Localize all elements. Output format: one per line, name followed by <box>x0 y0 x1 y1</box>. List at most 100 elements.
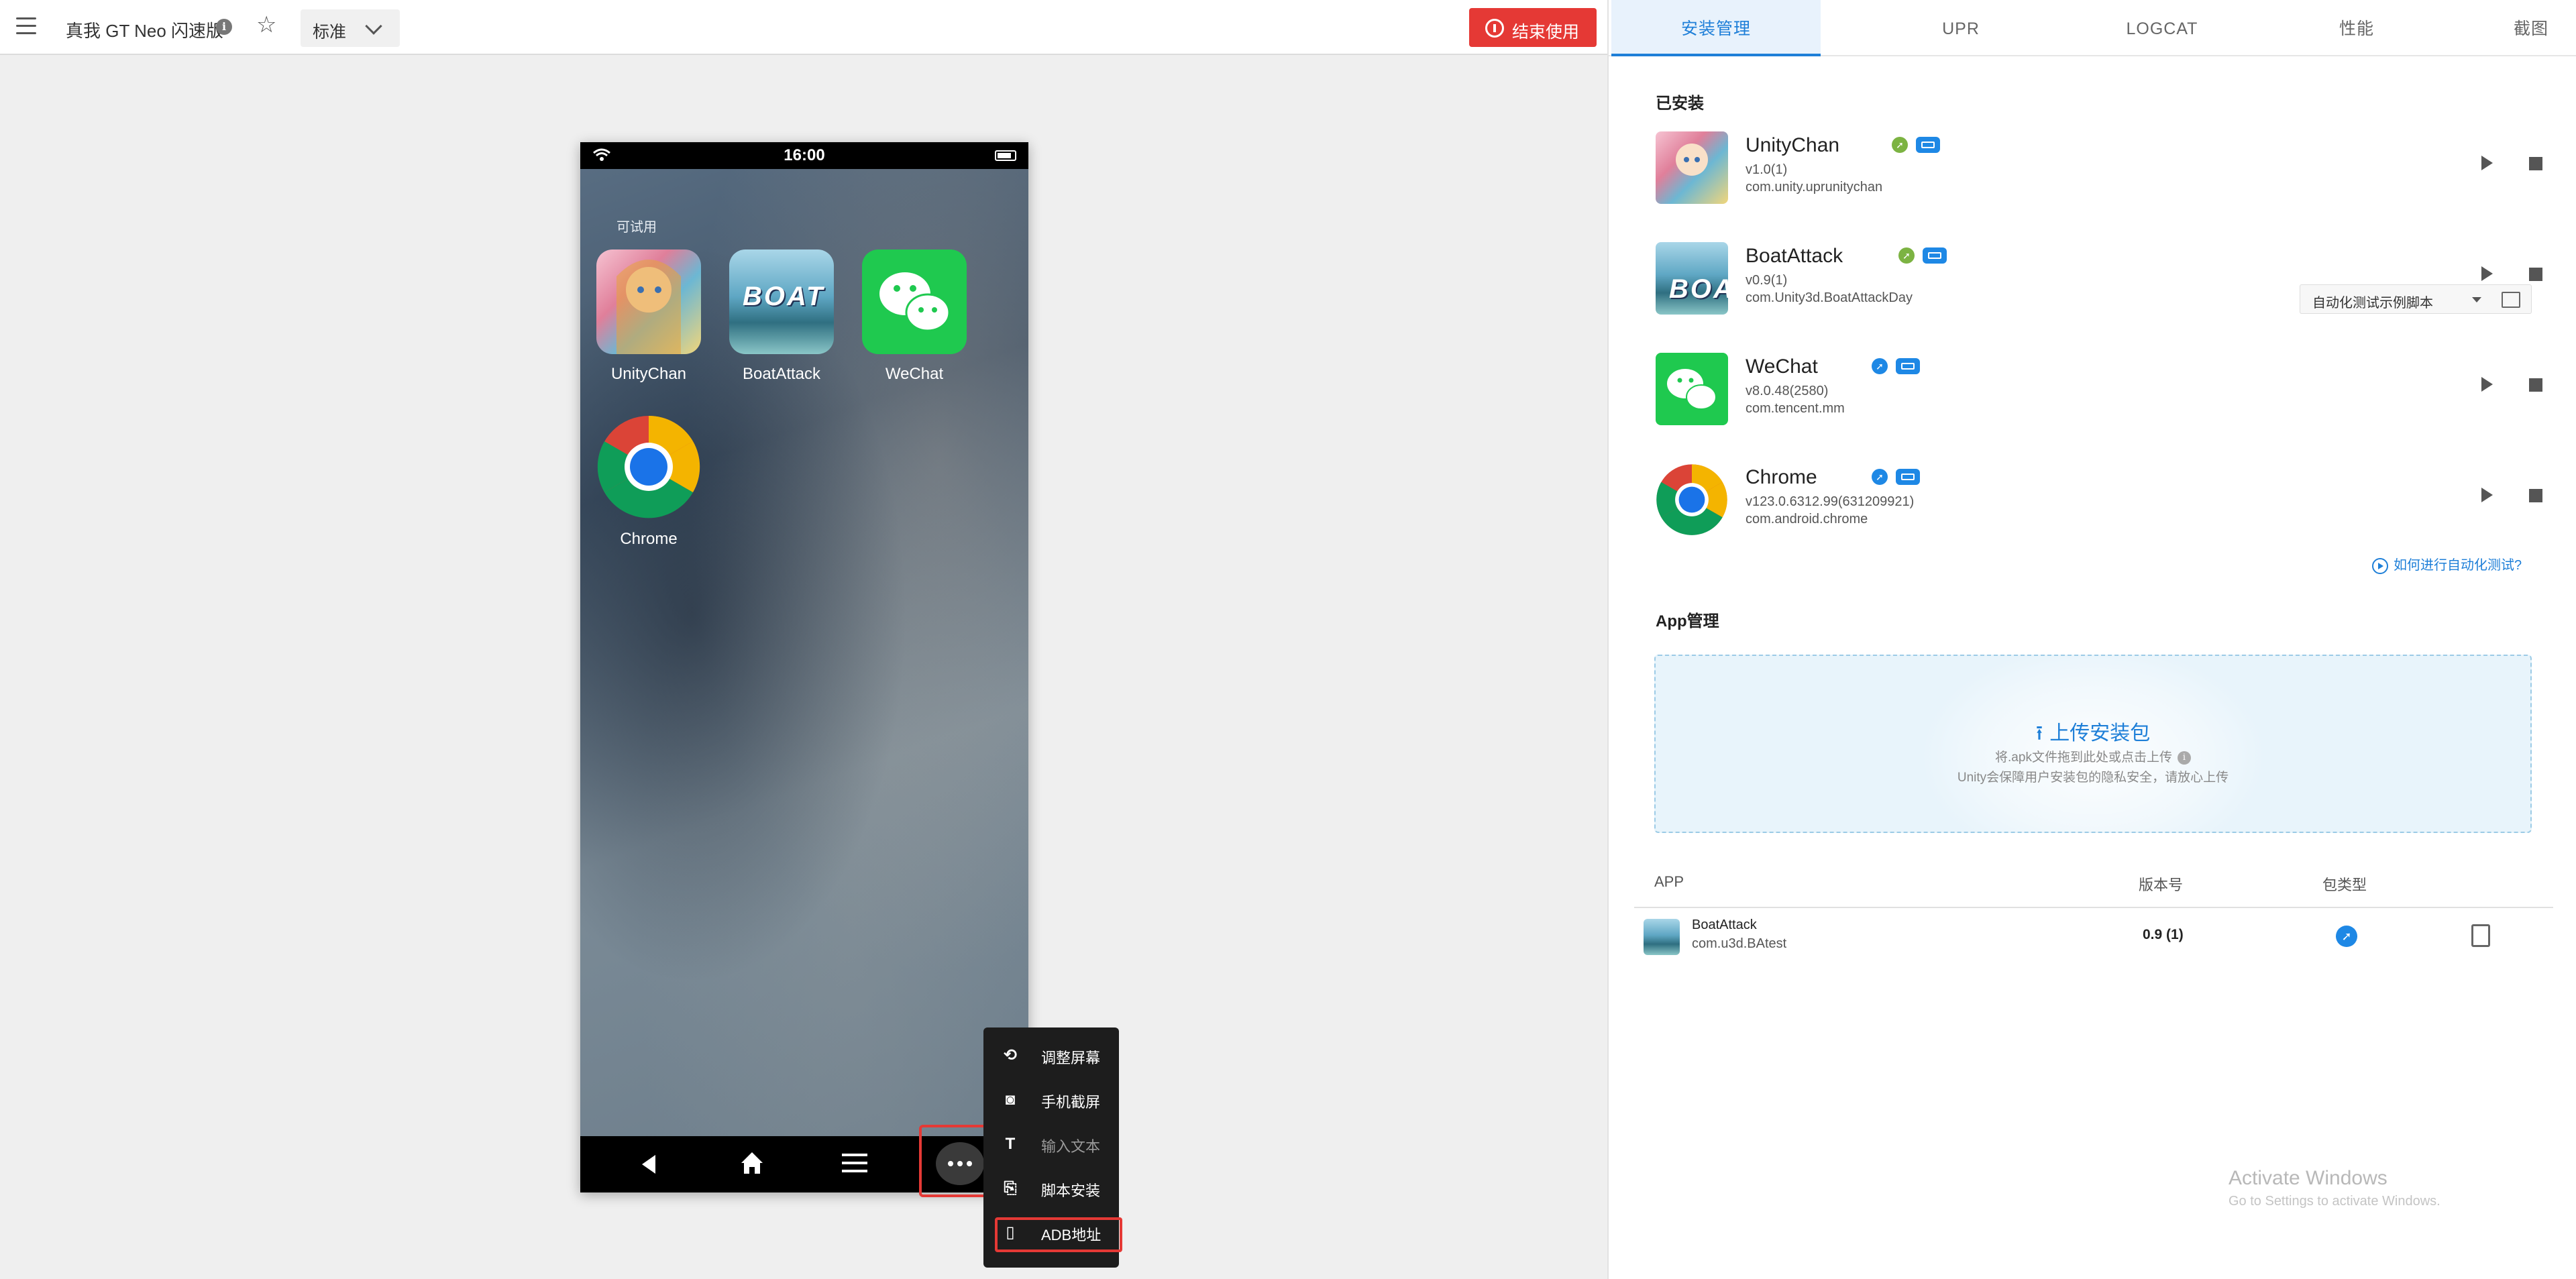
upload-dropzone[interactable]: ⭱ 上传安装包 将.apk文件拖到此处或点击上传 i Unity会保障用户安装包的隐… <box>1654 655 2532 833</box>
keyboard-icon <box>1923 247 1947 264</box>
column-header-app: APP <box>1654 873 1684 890</box>
upload-privacy-note: Unity会保障用户安装包的隐私安全，请放心上传 <box>1957 771 2229 785</box>
installed-app-row: WeChat ➚ v8.0.48(2580) com.tencent.mm <box>1656 353 2548 433</box>
recent-apps-icon[interactable] <box>842 1154 867 1174</box>
right-panel: 安装管理 UPR LOGCAT 性能 截图 已安装 UnityChan ➚ v1… <box>1607 0 2576 1279</box>
boatattack-app-icon <box>1644 919 1680 955</box>
available-apps-label: 可试用 <box>616 220 657 235</box>
caret-down-icon <box>2472 297 2481 302</box>
upload-title-text: 上传安装包 <box>2049 722 2151 744</box>
automation-howto-label: 如何进行自动化测试? <box>2394 558 2522 573</box>
phone-app-wechat[interactable]: WeChat <box>861 249 968 384</box>
play-icon[interactable] <box>2481 266 2493 281</box>
info-icon[interactable]: i <box>2177 750 2191 765</box>
wechat-app-icon <box>1656 353 1728 425</box>
keyboard-icon <box>1896 358 1920 374</box>
mode-select[interactable]: 标准 <box>301 9 400 47</box>
play-icon[interactable] <box>2481 488 2493 502</box>
text-icon: T <box>1005 1135 1016 1153</box>
installed-app-version: v0.9(1) <box>1746 273 1788 288</box>
more-dot <box>967 1161 972 1166</box>
table-app-name: BoatAttack <box>1692 917 1757 932</box>
phone-clock: 16:00 <box>784 146 825 164</box>
tab-upr[interactable]: UPR <box>1911 0 2011 56</box>
unitychan-app-icon <box>1656 131 1728 204</box>
stop-icon[interactable] <box>2529 378 2542 392</box>
rocket-icon: ➚ <box>1898 247 1915 264</box>
power-icon <box>1485 19 1504 38</box>
phone-screen[interactable]: 16:00 可试用 UnityChan BoatAttack WeChat <box>580 142 1028 1192</box>
installed-app-row: Chrome ➚ v123.0.6312.99(631209921) com.a… <box>1656 463 2548 544</box>
battery-icon <box>995 150 1016 161</box>
menu-item-label: 脚本安装 <box>1041 1182 1101 1199</box>
installed-app-package: com.Unity3d.BoatAttackDay <box>1746 290 1913 305</box>
install-to-device-icon[interactable] <box>2471 924 2490 947</box>
stop-icon[interactable] <box>2529 157 2542 170</box>
star-icon[interactable]: ☆ <box>256 13 276 36</box>
table-divider <box>1634 907 2553 908</box>
boatattack-app-icon <box>729 249 834 354</box>
automation-howto-link[interactable]: 如何进行自动化测试? <box>2372 554 2522 574</box>
menu-item-label: 手机截屏 <box>1041 1094 1101 1111</box>
installed-app-package: com.tencent.mm <box>1746 401 1845 416</box>
play-icon[interactable] <box>2481 156 2493 170</box>
script-select[interactable]: 自动化测试示例脚本 <box>2300 284 2532 314</box>
camera-icon: ◙ <box>1005 1091 1016 1109</box>
installed-app-name: Chrome <box>1746 466 1817 488</box>
home-icon[interactable] <box>739 1150 765 1176</box>
rocket-icon: ➚ <box>1892 137 1908 153</box>
installed-app-name: UnityChan <box>1746 134 1840 156</box>
unitychan-app-icon <box>596 249 701 354</box>
end-session-label: 结束使用 <box>1512 23 1580 42</box>
table-row: BoatAttack com.u3d.BAtest 0.9 (1) ➚ <box>1644 916 2549 956</box>
phone-app-name: BoatAttack <box>742 365 821 383</box>
phone-app-unitychan[interactable]: UnityChan <box>595 249 702 384</box>
adb-item-highlight <box>995 1217 1122 1252</box>
phone-app-boatattack[interactable]: BoatAttack <box>728 249 835 384</box>
phone-status-bar: 16:00 <box>580 142 1028 169</box>
menu-item-screenshot[interactable]: ◙ 手机截屏 <box>983 1077 1119 1121</box>
rocket-icon: ➚ <box>1872 469 1888 485</box>
info-icon[interactable]: i <box>216 19 232 35</box>
end-session-button[interactable]: 结束使用 <box>1469 8 1597 47</box>
menu-item-input-text[interactable]: T 输入文本 <box>983 1121 1119 1166</box>
windows-watermark-title: Activate Windows <box>2229 1167 2387 1189</box>
installed-app-version: v8.0.48(2580) <box>1746 384 1829 398</box>
phone-app-name: WeChat <box>885 365 944 383</box>
installed-app-package: com.unity.uprunitychan <box>1746 180 1883 194</box>
installed-app-version: v1.0(1) <box>1746 162 1788 177</box>
menu-item-label: 调整屏幕 <box>1041 1050 1101 1066</box>
play-icon[interactable] <box>2481 377 2493 392</box>
tab-performance[interactable]: 性能 <box>2306 0 2407 56</box>
script-select-value: 自动化测试示例脚本 <box>2312 296 2433 311</box>
tab-screenshot[interactable]: 截图 <box>2487 0 2575 56</box>
tab-install-management[interactable]: 安装管理 <box>1611 0 1821 56</box>
chrome-app-icon <box>1656 463 1728 536</box>
stop-icon[interactable] <box>2529 268 2542 281</box>
stop-icon[interactable] <box>2529 489 2542 502</box>
menu-icon[interactable] <box>16 17 36 35</box>
more-options-button[interactable] <box>936 1142 984 1185</box>
back-icon[interactable] <box>642 1155 655 1174</box>
installed-app-name: WeChat <box>1746 355 1818 378</box>
column-header-package-type: 包类型 <box>2322 877 2367 893</box>
installed-section-title: 已安装 <box>1656 95 1704 113</box>
menu-item-rotate-screen[interactable]: ⟲ 调整屏幕 <box>983 1033 1119 1077</box>
table-app-version: 0.9 (1) <box>2143 927 2184 942</box>
menu-item-script-install[interactable]: ⎘ 脚本安装 <box>983 1166 1119 1210</box>
top-toolbar: 真我 GT Neo 闪速版 i ☆ 标准 结束使用 <box>0 0 1607 55</box>
tab-logcat[interactable]: LOGCAT <box>2092 0 2233 56</box>
panel-tabs: 安装管理 UPR LOGCAT 性能 截图 <box>1609 0 2576 56</box>
phone-app-chrome[interactable]: Chrome <box>595 414 702 549</box>
more-dot <box>957 1161 963 1166</box>
column-header-version: 版本号 <box>2139 877 2184 893</box>
installed-app-row: UnityChan ➚ v1.0(1) com.unity.uprunitych… <box>1656 131 2548 212</box>
upload-hint: 将.apk文件拖到此处或点击上传 i <box>1656 747 2530 765</box>
play-circle-icon <box>2372 557 2388 574</box>
rocket-icon: ➚ <box>2336 926 2357 947</box>
script-install-icon: ⎘ <box>1004 1179 1017 1197</box>
installed-app-package: com.android.chrome <box>1746 512 1868 526</box>
run-script-icon[interactable] <box>2502 292 2520 308</box>
menu-item-label: 输入文本 <box>1041 1138 1101 1155</box>
wechat-app-icon <box>862 249 967 354</box>
